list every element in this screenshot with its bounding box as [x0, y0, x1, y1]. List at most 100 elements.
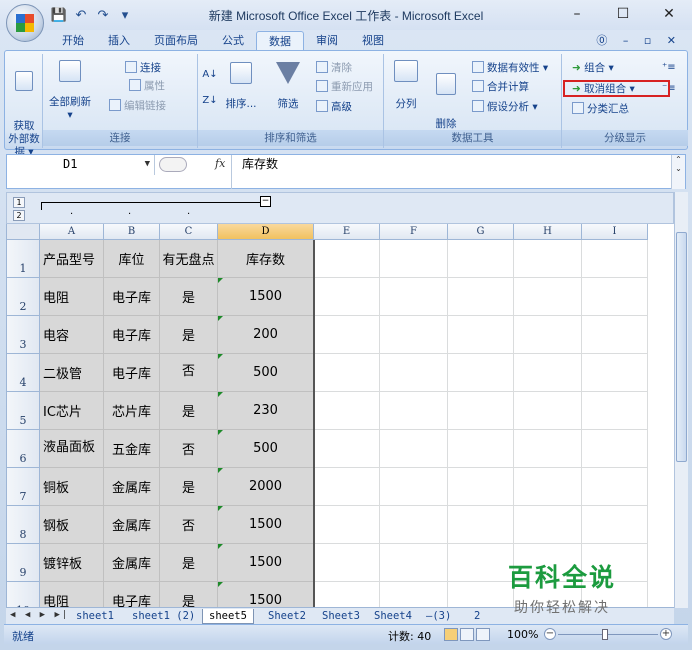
group-button[interactable]: ➜ 组合 ▾ [572, 60, 614, 76]
empty-cell[interactable] [582, 354, 648, 392]
sort-button[interactable]: 排序... [222, 62, 260, 111]
table-cell[interactable]: 1500 [218, 506, 314, 544]
empty-cell[interactable] [314, 544, 380, 582]
table-cell[interactable]: 否 [160, 354, 218, 392]
sheet-tab[interactable]: Sheet4 [368, 609, 418, 624]
empty-cell[interactable] [314, 392, 380, 430]
normal-view-button[interactable] [444, 628, 458, 641]
sheet-nav-buttons[interactable]: ◀ ◀ ▶ ▶| [10, 610, 69, 620]
filter-button[interactable]: 筛选 [272, 62, 304, 111]
empty-cell[interactable] [380, 468, 448, 506]
table-cell[interactable]: 电阻 [40, 278, 104, 316]
table-cell[interactable]: 芯片库 [104, 392, 160, 430]
formula-input[interactable]: 库存数 [231, 155, 278, 189]
empty-cell[interactable] [380, 392, 448, 430]
empty-cell[interactable] [514, 506, 582, 544]
reapply-button[interactable]: 重新应用 [316, 79, 373, 95]
empty-cell[interactable] [514, 316, 582, 354]
row-header-10[interactable]: 10 [7, 582, 40, 608]
empty-cell[interactable] [448, 582, 514, 608]
row-header-8[interactable]: 8 [7, 506, 40, 544]
column-header-f[interactable]: F [380, 224, 448, 240]
empty-cell[interactable] [448, 506, 514, 544]
header-cell[interactable]: 库位 [104, 240, 160, 278]
table-cell[interactable]: 钢板 [40, 506, 104, 544]
table-cell[interactable]: 是 [160, 468, 218, 506]
column-header-g[interactable]: G [448, 224, 514, 240]
empty-cell[interactable] [514, 468, 582, 506]
empty-cell[interactable] [448, 354, 514, 392]
sheet-tab[interactable]: Sheet3 [316, 609, 366, 624]
name-box[interactable]: D1 ▼ [7, 155, 155, 175]
table-cell[interactable]: 电容 [40, 316, 104, 354]
empty-cell[interactable] [380, 544, 448, 582]
vertical-scrollbar[interactable] [674, 192, 688, 608]
empty-cell[interactable] [380, 582, 448, 608]
empty-cell[interactable] [448, 392, 514, 430]
empty-cell[interactable] [314, 354, 380, 392]
worksheet-grid[interactable]: A B C D E F G H I 1 产品型号 库位 有无盘点 库存数 2 电阻 电子库是 1500 3 电容 电子库… [6, 224, 674, 608]
table-cell[interactable]: 电子库 [104, 278, 160, 316]
page-break-view-button[interactable] [476, 628, 490, 641]
empty-cell[interactable] [314, 240, 380, 278]
tab-page-layout[interactable]: 页面布局 [142, 31, 210, 51]
empty-cell[interactable] [582, 278, 648, 316]
clear-button[interactable]: 清除 [316, 60, 352, 76]
table-cell[interactable]: 铜板 [40, 468, 104, 506]
empty-cell[interactable] [514, 278, 582, 316]
row-header-5[interactable]: 5 [7, 392, 40, 430]
table-cell[interactable]: 是 [160, 582, 218, 608]
empty-cell[interactable] [380, 354, 448, 392]
help-controls[interactable]: ⓪ – ▫ ✕ [596, 32, 682, 48]
edit-links-button[interactable]: 编辑链接 [109, 98, 166, 114]
empty-cell[interactable] [448, 240, 514, 278]
maximize-button[interactable]: ☐ [600, 0, 646, 28]
empty-cell[interactable] [582, 240, 648, 278]
page-layout-view-button[interactable] [460, 628, 474, 641]
row-header-3[interactable]: 3 [7, 316, 40, 354]
subtotal-button[interactable]: 分类汇总 [572, 101, 629, 117]
column-header-d[interactable]: D [218, 224, 314, 240]
office-button[interactable] [6, 4, 44, 42]
minimize-button[interactable]: – [554, 0, 600, 28]
table-cell[interactable]: 1500 [218, 544, 314, 582]
empty-cell[interactable] [448, 468, 514, 506]
select-all-corner[interactable] [7, 224, 40, 240]
column-header-i[interactable]: I [582, 224, 648, 240]
table-cell[interactable]: 1500 [218, 278, 314, 316]
row-header-9[interactable]: 9 [7, 544, 40, 582]
outline-level-2[interactable]: 2 [13, 210, 25, 221]
table-cell[interactable]: 230 [218, 392, 314, 430]
column-header-a[interactable]: A [40, 224, 104, 240]
tab-home[interactable]: 开始 [50, 31, 96, 51]
scroll-thumb[interactable] [676, 232, 687, 462]
row-header-4[interactable]: 4 [7, 354, 40, 392]
sheet-tab[interactable]: sheet1 (2) [126, 609, 201, 624]
table-cell[interactable]: 镀锌板 [40, 544, 104, 582]
table-cell[interactable]: 五金库 [104, 430, 160, 468]
table-cell[interactable]: 液晶面板 [40, 430, 104, 468]
row-header-1[interactable]: 1 [7, 240, 40, 278]
properties-button[interactable]: 属性 [129, 78, 165, 94]
table-cell[interactable]: 二极管 [40, 354, 104, 392]
formula-toggle[interactable] [159, 157, 187, 172]
table-cell[interactable]: 金属库 [104, 468, 160, 506]
zoom-out-button[interactable]: − [544, 628, 556, 640]
advanced-button[interactable]: 高级 [316, 99, 352, 115]
table-cell[interactable]: 电子库 [104, 316, 160, 354]
table-cell[interactable]: 电子库 [104, 354, 160, 392]
sheet-tab[interactable]: 2 [468, 609, 486, 624]
empty-cell[interactable] [514, 240, 582, 278]
empty-cell[interactable] [380, 316, 448, 354]
connections-button[interactable]: 连接 [125, 60, 161, 76]
empty-cell[interactable] [314, 582, 380, 608]
collapse-group-button[interactable]: − [260, 196, 271, 207]
tab-formulas[interactable]: 公式 [210, 31, 256, 51]
header-cell[interactable]: 有无盘点 [160, 240, 218, 278]
empty-cell[interactable] [314, 278, 380, 316]
header-cell[interactable]: 库存数 [218, 240, 314, 278]
empty-cell[interactable] [514, 354, 582, 392]
formula-expand-button[interactable]: ⌃ ⌄ [671, 155, 685, 189]
header-cell[interactable]: 产品型号 [40, 240, 104, 278]
consolidate-button[interactable]: 合并计算 [472, 79, 529, 95]
